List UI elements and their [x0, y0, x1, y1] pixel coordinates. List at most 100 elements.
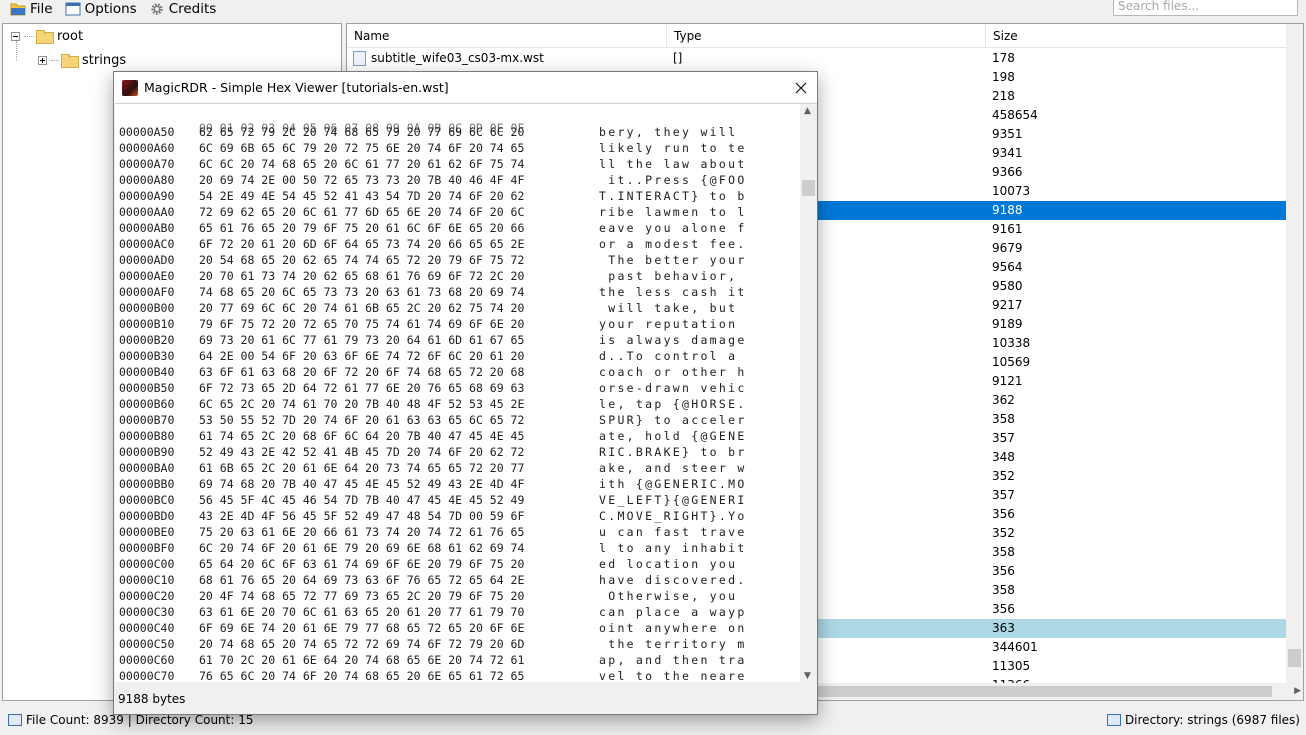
hex-ascii: ap, and then tra: [599, 653, 747, 667]
cell-size: 11305: [992, 659, 1031, 673]
hex-address: 00000BA0: [119, 461, 175, 475]
hex-ascii: T.INTERACT} to b: [599, 189, 747, 203]
scroll-thumb[interactable]: [1288, 649, 1301, 667]
tree-node-strings[interactable]: strings: [38, 51, 126, 69]
hex-bytes: 61 74 65 2C 20 68 6F 6C 64 20 7B 40 47 4…: [199, 429, 525, 443]
hex-bytes: 61 70 2C 20 61 6E 64 20 74 68 65 6E 20 7…: [199, 653, 525, 667]
cell-size: 9679: [992, 241, 1023, 255]
scroll-thumb[interactable]: [802, 180, 815, 196]
hex-bytes: 6C 20 74 6F 20 61 6E 79 20 69 6E 68 61 6…: [199, 541, 525, 555]
hex-address: 00000BD0: [119, 509, 175, 523]
folder-icon: [36, 30, 54, 44]
menu-file-label: File: [30, 1, 53, 17]
hex-ascii: le, tap {@HORSE.: [599, 397, 747, 411]
hex-bytes: 54 2E 49 4E 54 45 52 41 43 54 7D 20 74 6…: [199, 189, 525, 203]
hex-bytes: 6C 6C 20 74 68 65 20 6C 61 77 20 61 62 6…: [199, 157, 525, 171]
hex-ascii: can place a wayp: [599, 605, 747, 619]
hex-address: 00000A80: [119, 173, 175, 187]
hex-ascii: bery, they will: [599, 125, 738, 139]
hex-ascii: have discovered.: [599, 573, 747, 587]
menu-file[interactable]: File: [10, 0, 53, 18]
hex-content[interactable]: 00 01 02 03 04 05 06 07 08 09 0A 0B 0C 0…: [115, 103, 817, 682]
hex-bytes: 6C 69 6B 65 6C 79 20 72 75 6E 20 74 6F 2…: [199, 141, 525, 155]
menu-options[interactable]: Options: [65, 0, 137, 18]
list-header: Name Type Size: [347, 24, 1287, 48]
collapse-icon[interactable]: [11, 31, 20, 41]
cell-size: 9351: [992, 127, 1023, 141]
hex-ascii: coach or other h: [599, 365, 747, 379]
file-count-text: File Count: 8939 | Directory Count: 15: [26, 713, 254, 727]
list-icon: [1106, 714, 1121, 726]
hex-address: 00000BE0: [119, 525, 175, 539]
menu-options-label: Options: [84, 1, 137, 17]
hex-ascii: ith {@GENERIC.MO: [599, 477, 747, 491]
hex-address: 00000B60: [119, 397, 175, 411]
list-vertical-scrollbar[interactable]: [1286, 24, 1303, 685]
hex-viewer-titlebar[interactable]: MagicRDR - Simple Hex Viewer [tutorials-…: [114, 72, 817, 103]
file-icon: [353, 51, 366, 66]
cell-size: 9580: [992, 279, 1023, 293]
hex-bytes: 20 70 61 73 74 20 62 65 68 61 76 69 6F 7…: [199, 269, 525, 283]
hex-bytes: 65 64 20 6C 6F 63 61 74 69 6F 6E 20 79 6…: [199, 557, 525, 571]
column-header-type[interactable]: Type: [667, 24, 986, 48]
menu-credits[interactable]: Credits: [149, 0, 217, 18]
hex-address: 00000BB0: [119, 477, 175, 491]
cell-size: 358: [992, 545, 1015, 559]
hex-ascii: oint anywhere on: [599, 621, 747, 635]
hex-bytes: 20 74 68 65 20 74 65 72 72 69 74 6F 72 7…: [199, 637, 525, 651]
hex-bytes: 56 45 5F 4C 45 46 54 7D 7B 40 47 45 4E 4…: [199, 493, 525, 507]
hex-ascii: past behavior,: [599, 269, 747, 283]
hex-address: 00000BC0: [119, 493, 175, 507]
cell-size: 218: [992, 89, 1015, 103]
cell-size: 9161: [992, 222, 1023, 236]
hex-bytes: 63 61 6E 20 70 6C 61 63 65 20 61 20 77 6…: [199, 605, 525, 619]
close-icon: [795, 82, 807, 93]
scroll-up-icon[interactable]: ▲: [804, 106, 811, 116]
hex-bytes: 69 73 20 61 6C 77 61 79 73 20 64 61 6D 6…: [199, 333, 525, 347]
scroll-down-icon[interactable]: ▼: [804, 671, 811, 681]
hex-address: 00000AD0: [119, 253, 175, 267]
status-left: File Count: 8939 | Directory Count: 15: [8, 713, 253, 727]
scroll-thumb[interactable]: [817, 686, 1272, 697]
menu-credits-label: Credits: [168, 1, 217, 17]
hex-bytes: 76 65 6C 20 74 6F 20 74 68 65 20 6E 65 6…: [199, 669, 525, 682]
hex-address: 00000C10: [119, 573, 175, 587]
hex-ascii: l to any inhabit: [599, 541, 747, 555]
hex-address: 00000C20: [119, 589, 175, 603]
hex-address: 00000AF0: [119, 285, 175, 299]
cell-size: 9121: [992, 374, 1023, 388]
cell-type: []: [673, 51, 683, 65]
tree-node-label: strings: [82, 52, 127, 68]
hex-address: 00000C00: [119, 557, 175, 571]
hex-ascii: VE_LEFT}{@GENERI: [599, 493, 747, 507]
cell-size: 9188: [992, 203, 1023, 217]
hex-viewer-window: MagicRDR - Simple Hex Viewer [tutorials-…: [113, 71, 818, 715]
cell-size: 10338: [992, 336, 1031, 350]
hex-bytes: 20 69 74 2E 00 50 72 65 73 73 20 7B 40 4…: [199, 173, 525, 187]
expand-icon[interactable]: [38, 55, 47, 65]
hex-column-header: 00 01 02 03 04 05 06 07 08 09 0A 0B 0C 0…: [199, 121, 525, 135]
hex-bytes: 43 2E 4D 4F 56 45 5F 52 49 47 48 54 7D 0…: [199, 509, 525, 523]
gear-icon: [151, 3, 163, 15]
column-header-size[interactable]: Size: [986, 24, 1287, 48]
directory-text: Directory: strings (6987 files): [1124, 713, 1300, 727]
hex-vertical-scrollbar[interactable]: ▲ ▼: [800, 104, 817, 682]
table-row[interactable]: subtitle_wife03_cs03-mx.wst [] 178: [347, 49, 1287, 68]
hex-bytes: 64 2E 00 54 6F 20 63 6F 6E 74 72 6F 6C 2…: [199, 349, 525, 363]
scroll-right-icon[interactable]: ▶: [1294, 686, 1301, 696]
hex-address: 00000B80: [119, 429, 175, 443]
close-button[interactable]: [785, 72, 817, 103]
tree-node-root[interactable]: root: [11, 27, 83, 45]
hex-address: 00000B10: [119, 317, 175, 331]
menu-bar: File Options Credits: [0, 0, 1306, 18]
column-header-name[interactable]: Name: [347, 24, 667, 48]
cell-size: 9564: [992, 260, 1023, 274]
cell-size: 356: [992, 564, 1015, 578]
hex-ascii: RIC.BRAKE} to br: [599, 445, 747, 459]
hex-ascii: ribe lawmen to l: [599, 205, 747, 219]
cell-size: 352: [992, 469, 1015, 483]
cell-size: 10073: [992, 184, 1031, 198]
cell-size: 352: [992, 526, 1015, 540]
search-input[interactable]: [1113, 0, 1298, 16]
cell-size: 358: [992, 412, 1015, 426]
